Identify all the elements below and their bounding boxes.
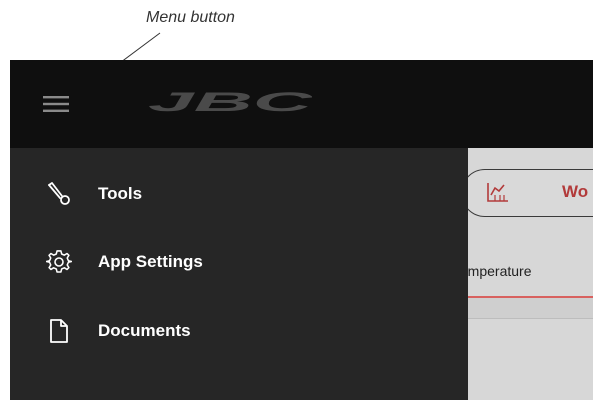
drawer-item-tools[interactable]: Tools [10, 166, 468, 222]
hamburger-menu-icon [43, 96, 69, 112]
drawer-item-label: Tools [98, 184, 143, 203]
app-window: JBC Wo temperature Tools App Settings Do… [10, 60, 593, 400]
work-mode-label: Wo [562, 182, 589, 201]
navigation-drawer: Tools App Settings Documents [10, 148, 468, 400]
gear-icon [46, 250, 72, 273]
drawer-item-app-settings[interactable]: App Settings [10, 234, 468, 290]
drawer-item-label: Documents [98, 321, 191, 340]
document-icon [50, 319, 68, 343]
drawer-item-documents[interactable]: Documents [10, 303, 468, 359]
chart-icon [487, 183, 508, 202]
menu-button[interactable] [38, 88, 74, 120]
tool-icon [48, 182, 70, 205]
tab-temperature[interactable]: temperature [456, 248, 593, 298]
app-header: JBC [10, 60, 593, 148]
menu-button-annotation: Menu button [146, 9, 235, 26]
content-row-strip [456, 298, 593, 319]
drawer-item-label: App Settings [98, 252, 203, 271]
jbc-logo: JBC [148, 91, 312, 113]
work-mode-button[interactable]: Wo [461, 169, 593, 217]
screenshot-canvas: Menu button JBC Wo temperature Tools App… [0, 0, 593, 400]
svg-text:JBC: JBC [148, 91, 312, 113]
